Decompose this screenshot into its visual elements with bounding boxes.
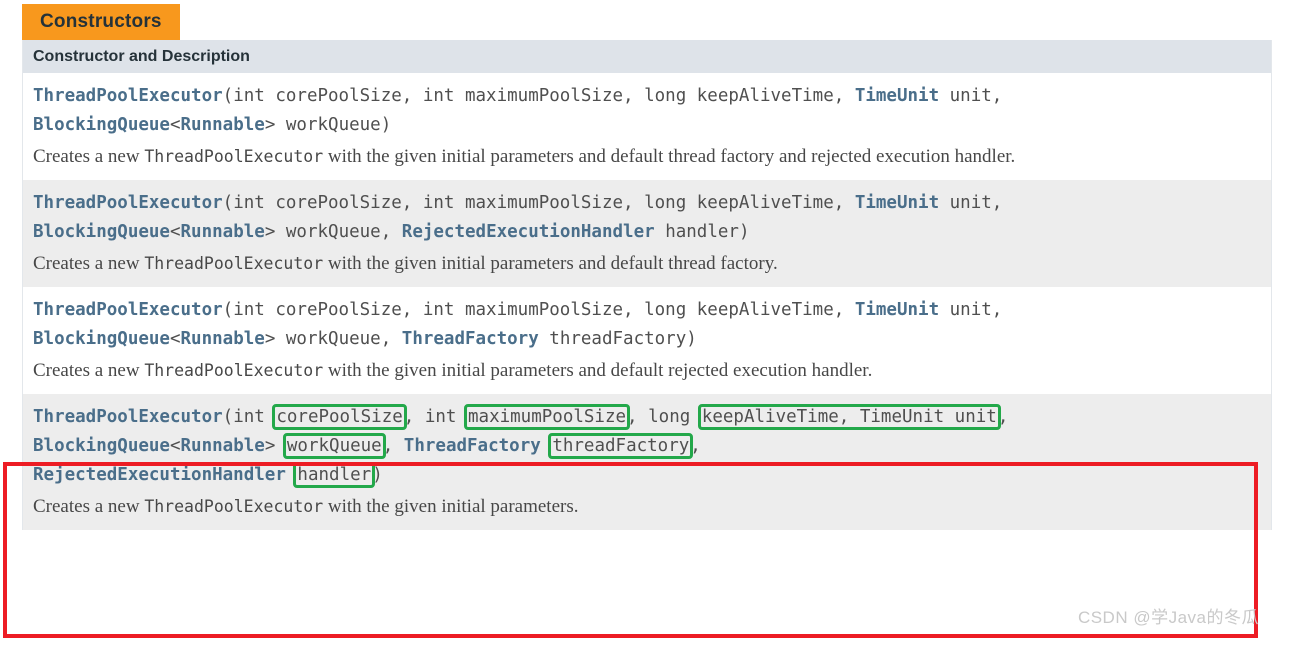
code-text: unit,: [949, 193, 1003, 213]
code-text: unit,: [949, 300, 1003, 320]
type-name[interactable]: BlockingQueue: [33, 115, 170, 135]
type-name[interactable]: Runnable: [181, 436, 265, 456]
highlighted-parameter: keepAliveTime, TimeUnit unit: [697, 404, 1001, 430]
constructor-description: Creates a new ThreadPoolExecutor with th…: [33, 253, 778, 274]
type-name[interactable]: Runnable: [181, 115, 265, 135]
code-text: (int corePoolSize, int maximumPoolSize, …: [222, 300, 855, 320]
type-name[interactable]: Runnable: [181, 222, 265, 242]
inline-code: ThreadPoolExecutor: [144, 254, 324, 273]
code-text: <: [169, 115, 181, 135]
type-name[interactable]: TimeUnit: [855, 86, 939, 106]
code-text: (int corePoolSize, int maximumPoolSize, …: [222, 193, 855, 213]
code-text: > workQueue,: [264, 222, 402, 242]
code-text: , long: [627, 407, 701, 427]
highlighted-parameter: handler: [293, 462, 376, 488]
highlighted-parameter: threadFactory: [548, 433, 694, 459]
type-name[interactable]: RejectedExecutionHandler: [33, 465, 286, 485]
code-text: ,: [690, 436, 701, 456]
code-text: <: [169, 436, 181, 456]
type-name[interactable]: ThreadPoolExecutor: [33, 86, 223, 106]
highlighted-parameter: maximumPoolSize: [463, 404, 631, 430]
type-name[interactable]: ThreadPoolExecutor: [33, 407, 223, 427]
highlighted-parameter: workQueue: [282, 433, 386, 459]
tab-strip: Constructors: [0, 0, 1305, 45]
code-text: handler): [654, 222, 750, 242]
code-text: (int: [222, 407, 276, 427]
type-name[interactable]: BlockingQueue: [33, 222, 170, 242]
constructor-signature: ThreadPoolExecutor(int corePoolSize, int…: [33, 189, 1261, 247]
page-root: Constructors Constructor and Description…: [0, 0, 1305, 646]
tab-constructors[interactable]: Constructors: [22, 4, 180, 40]
constructor-signature: ThreadPoolExecutor(int corePoolSize, int…: [33, 403, 1261, 490]
type-name[interactable]: Runnable: [181, 329, 265, 349]
code-text: <: [169, 329, 181, 349]
constructor-signature: ThreadPoolExecutor(int corePoolSize, int…: [33, 296, 1261, 354]
code-text: > workQueue,: [264, 329, 402, 349]
type-name[interactable]: BlockingQueue: [33, 436, 170, 456]
type-name[interactable]: ThreadPoolExecutor: [33, 193, 223, 213]
inline-code: ThreadPoolExecutor: [144, 497, 324, 516]
watermark: CSDN @学Java的冬瓜: [1077, 608, 1259, 627]
code-text: ): [372, 465, 383, 485]
type-name[interactable]: TimeUnit: [855, 193, 939, 213]
inline-code: ThreadPoolExecutor: [144, 361, 324, 380]
code-text: , int: [403, 407, 467, 427]
highlighted-parameter: corePoolSize: [272, 404, 407, 430]
type-name[interactable]: ThreadFactory: [402, 329, 539, 349]
inline-code: ThreadPoolExecutor: [144, 147, 324, 166]
table-body: ThreadPoolExecutor(int corePoolSize, int…: [23, 73, 1271, 530]
table-column-header: Constructor and Description: [23, 40, 1271, 73]
type-name[interactable]: ThreadPoolExecutor: [33, 300, 223, 320]
constructor-description: Creates a new ThreadPoolExecutor with th…: [33, 146, 1016, 167]
code-text: >: [264, 436, 286, 456]
type-name[interactable]: BlockingQueue: [33, 329, 170, 349]
constructor-signature: ThreadPoolExecutor(int corePoolSize, int…: [33, 82, 1261, 140]
code-text: ,: [997, 407, 1009, 427]
code-text: unit,: [949, 86, 1003, 106]
code-text: threadFactory): [538, 329, 697, 349]
constructor-description: Creates a new ThreadPoolExecutor with th…: [33, 496, 579, 517]
table-row: ThreadPoolExecutor(int corePoolSize, int…: [23, 287, 1271, 394]
table-row: ThreadPoolExecutor(int corePoolSize, int…: [23, 394, 1271, 530]
constructor-description: Creates a new ThreadPoolExecutor with th…: [33, 360, 873, 381]
type-name[interactable]: RejectedExecutionHandler: [402, 222, 655, 242]
code-text: ,: [382, 436, 404, 456]
table-row: ThreadPoolExecutor(int corePoolSize, int…: [23, 73, 1271, 180]
type-name[interactable]: ThreadFactory: [404, 436, 541, 456]
code-text: <: [169, 222, 181, 242]
code-text: > workQueue): [264, 115, 392, 135]
constructors-table: Constructor and Description ThreadPoolEx…: [22, 40, 1272, 530]
code-text: (int corePoolSize, int maximumPoolSize, …: [222, 86, 855, 106]
type-name[interactable]: TimeUnit: [855, 300, 939, 320]
table-row: ThreadPoolExecutor(int corePoolSize, int…: [23, 180, 1271, 287]
